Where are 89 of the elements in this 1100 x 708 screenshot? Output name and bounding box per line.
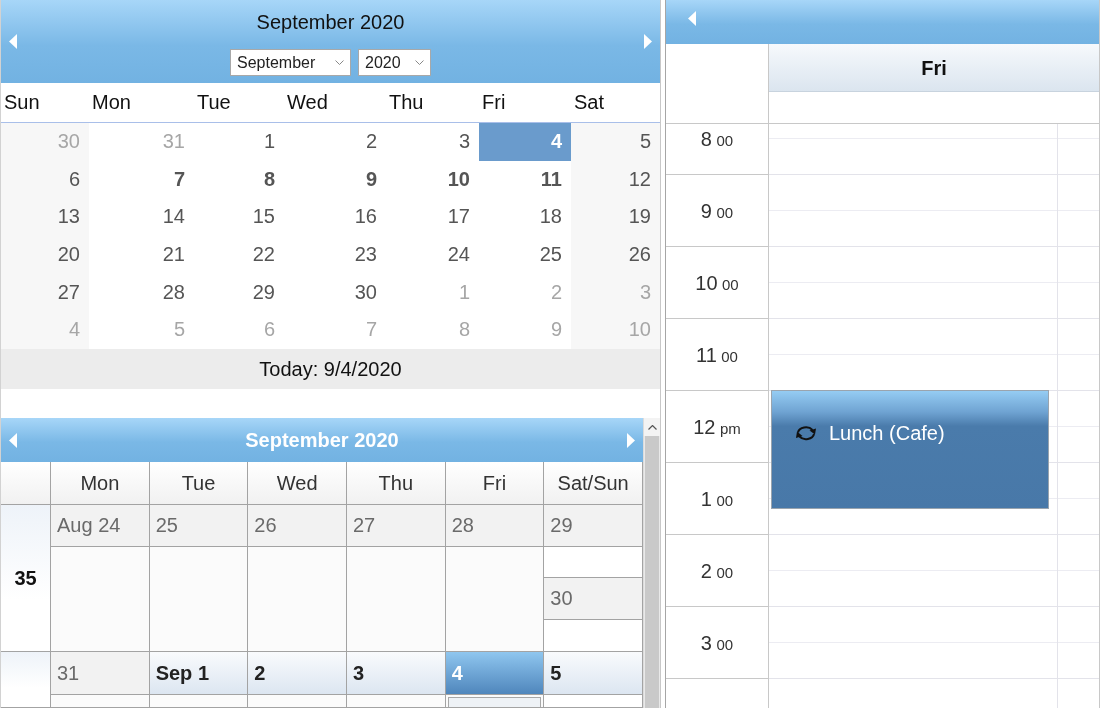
column-header: Mon [51, 462, 150, 506]
day-cell[interactable]: 10 [386, 160, 479, 199]
day-cell[interactable]: 20 [1, 236, 89, 274]
chevron-up-icon [647, 424, 657, 430]
time-label: 3 00 [700, 631, 734, 656]
day-cell[interactable]: 9 [284, 160, 386, 199]
time-label: 11 00 [696, 343, 738, 368]
column-header: Fri [445, 462, 545, 506]
date-header[interactable]: 25 [149, 505, 248, 548]
day-cell[interactable]: 18 [479, 198, 571, 237]
day-cell[interactable]: 16 [284, 198, 386, 237]
day-cell[interactable]: 26 [571, 236, 660, 274]
weekday-label: Wed [286, 90, 329, 115]
triangle-right-icon [627, 432, 635, 448]
day-cell[interactable]: 6 [1, 160, 89, 199]
day-cell[interactable]: 2 [284, 123, 386, 161]
triangle-right-icon [644, 34, 652, 49]
weekday-label: Sun [3, 90, 41, 115]
time-label: 12 pm [693, 415, 741, 440]
week-number-cell: 35 [1, 505, 51, 653]
day-cell[interactable]: 5 [571, 123, 660, 161]
header-corner [1, 462, 51, 506]
day-cell[interactable] [445, 547, 544, 652]
date-header[interactable]: 26 [248, 505, 346, 548]
year-select[interactable]: 2020 [358, 49, 431, 76]
day-column-header: Fri [769, 44, 1099, 92]
day-cell[interactable] [51, 547, 149, 652]
chevron-down-icon [415, 60, 424, 65]
time-label: 10 00 [695, 271, 739, 296]
day-cell[interactable]: 23 [284, 236, 386, 274]
weekday-label: Thu [388, 90, 425, 115]
date-header[interactable]: 28 [445, 505, 544, 548]
date-header[interactable]: 30 [544, 578, 642, 621]
date-header[interactable]: Aug 24 [51, 505, 149, 548]
weekday-label: Mon [91, 90, 132, 115]
column-header: Thu [347, 462, 446, 506]
day-cell[interactable]: 19 [571, 198, 660, 237]
date-header[interactable]: Sep 1 [149, 652, 248, 696]
triangle-left-icon [9, 34, 17, 49]
column-header: Tue [149, 462, 249, 506]
date-header[interactable]: 5 [544, 652, 642, 696]
column-header: Wed [248, 462, 347, 506]
day-cell[interactable] [51, 695, 149, 707]
day-cell[interactable]: 29 [194, 273, 284, 312]
day-cell[interactable]: 28 [89, 273, 194, 312]
day-cell[interactable]: 11 [479, 160, 571, 199]
day-cell[interactable]: 3 [386, 123, 479, 161]
date-header[interactable]: 31 [51, 652, 149, 696]
day-cell[interactable]: 1 [194, 123, 284, 161]
month-select[interactable]: September [230, 49, 351, 76]
day-cell[interactable] [248, 547, 346, 652]
day-cell[interactable]: 24 [386, 236, 479, 274]
date-header[interactable]: 29 [544, 505, 642, 548]
calendar-title: September 2020 [256, 10, 405, 35]
weekday-label: Tue [196, 90, 232, 115]
day-cell[interactable]: 27 [1, 273, 89, 312]
month-title: September 2020 [244, 428, 400, 454]
day-cell[interactable]: 22 [194, 236, 284, 274]
triangle-left-icon [688, 11, 696, 26]
date-header[interactable]: 3 [347, 652, 445, 696]
day-cell[interactable]: 17 [386, 198, 479, 237]
weekday-label: Sat [573, 90, 606, 115]
triangle-left-icon [9, 432, 17, 448]
day-cell[interactable] [248, 695, 346, 707]
time-label: 1 00 [700, 487, 734, 512]
day-cell[interactable] [149, 695, 248, 707]
time-label: 2 00 [700, 559, 734, 584]
scrollbar[interactable] [643, 418, 660, 708]
weekday-label: Fri [481, 90, 507, 115]
day-cell[interactable]: 7 [89, 160, 194, 199]
day-cell[interactable]: 25 [479, 236, 571, 274]
day-cell[interactable]: 12 [571, 160, 660, 199]
day-cell[interactable]: 21 [89, 236, 194, 274]
day-cell[interactable]: 14 [89, 198, 194, 237]
day-cell[interactable] [149, 547, 248, 652]
day-cell[interactable] [347, 547, 445, 652]
day-cell[interactable]: 13 [1, 198, 89, 237]
appointment[interactable]: Lunch (Cafe) [771, 390, 1049, 509]
time-label: 8 00 [700, 127, 734, 152]
day-cell[interactable]: 30 [284, 273, 386, 312]
date-header[interactable]: 2 [248, 652, 346, 696]
day-cell[interactable]: 15 [194, 198, 284, 237]
day-cell[interactable] [347, 695, 445, 707]
day-cell[interactable]: 8 [194, 160, 284, 199]
today-link[interactable]: Today: 9/4/2020 [1, 349, 660, 390]
date-header[interactable]: 27 [347, 505, 445, 548]
column-header: Sat/Sun [544, 462, 643, 506]
time-label: 9 00 [700, 199, 734, 224]
chevron-down-icon [335, 60, 344, 65]
